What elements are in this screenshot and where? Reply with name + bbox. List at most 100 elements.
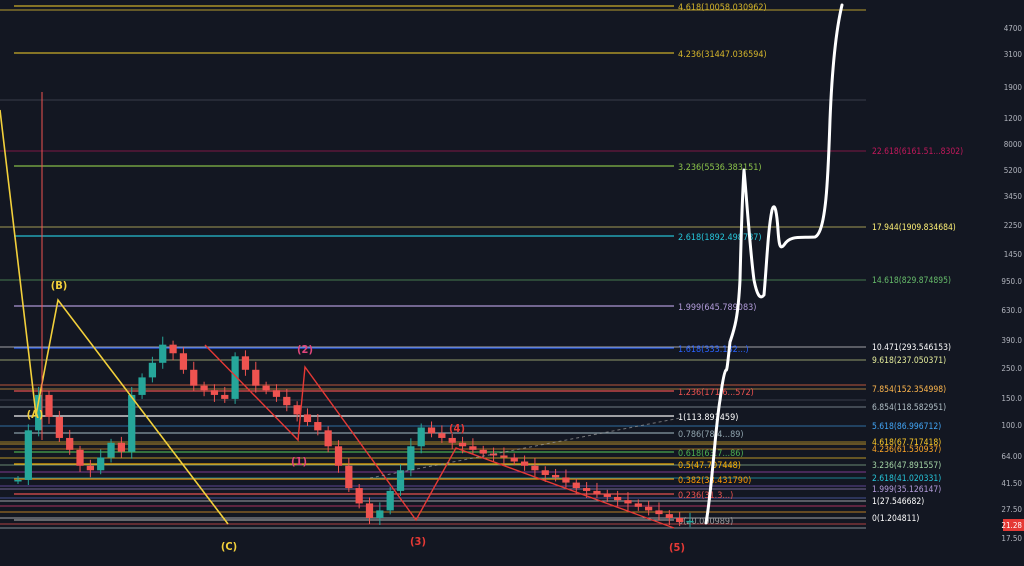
candle-body: [345, 465, 353, 489]
candle-body: [582, 488, 591, 491]
fib-label: 0.786(78.4...89): [678, 430, 744, 440]
candle-body: [531, 465, 539, 471]
candle-body: [593, 490, 601, 494]
candle-body: [24, 430, 32, 480]
candle-body: [365, 503, 374, 519]
fib-label: 4.618(10058.030962): [678, 3, 767, 13]
candle-body: [520, 461, 529, 466]
candle-body: [14, 479, 22, 482]
candle-body: [179, 353, 188, 370]
candle-body: [676, 518, 684, 523]
fib-label: 1(113.891459): [678, 413, 738, 423]
extension-label: 17.944(1909.834684): [872, 223, 956, 233]
candle-body: [645, 506, 653, 511]
candle-body: [562, 477, 570, 483]
candle-body: [603, 493, 611, 497]
candle-body: [355, 488, 363, 504]
price-tick-label: 150.0: [1001, 394, 1022, 403]
candle-body: [241, 356, 250, 370]
price-tick-label: 3450: [1004, 192, 1023, 201]
candle-body: [376, 510, 384, 519]
candle-body: [45, 394, 53, 417]
extension-label: 4.236(61.530937): [872, 445, 941, 455]
chart-background: [0, 0, 1024, 566]
price-tick-label: 1900: [1004, 83, 1023, 92]
candle-body: [221, 394, 229, 399]
candle-body: [572, 482, 580, 489]
wave-label: (2): [297, 343, 313, 356]
candle-body: [655, 510, 663, 515]
extension-label: 0(1.204811): [872, 514, 919, 524]
candle-body: [55, 416, 63, 438]
chart: 4.618(10058.030962) 4.236(31447.036594) 3.…: [0, 0, 1024, 566]
price-tick-label: 950.0: [1001, 277, 1022, 286]
fib-label: 0.236(31.3...): [678, 491, 733, 501]
candle-body: [66, 437, 74, 450]
candle-body: [686, 520, 694, 523]
candle-body: [396, 470, 405, 491]
candle-body: [210, 390, 219, 395]
candle-body: [665, 514, 673, 519]
candle-body: [624, 500, 632, 504]
candle-body: [76, 449, 84, 466]
price-tick-label: 2250: [1004, 221, 1023, 230]
candle-body: [469, 446, 477, 450]
candle-body: [97, 457, 105, 471]
fib-label: 1.999(645.789083): [678, 303, 756, 313]
price-tick-label: 17.50: [1001, 534, 1022, 543]
candle-body: [252, 369, 260, 386]
candle-body: [479, 449, 487, 454]
candle-body: [458, 442, 467, 447]
wave-label: (4): [449, 422, 465, 435]
fib-label: 1.236(171.6...572): [678, 388, 754, 398]
fib-label: 1.618(333.182...): [678, 345, 749, 355]
fib-label: 3.236(5536.383151): [678, 163, 762, 173]
extension-label: 14.618(829.874895): [872, 276, 951, 286]
wave-label: (1): [291, 455, 307, 468]
extension-label: 2.618(41.020331): [872, 474, 941, 484]
candle-body: [448, 437, 456, 443]
candle-body: [614, 496, 622, 501]
candle-body: [334, 446, 343, 466]
candle-body: [417, 427, 425, 447]
wave-label: (C): [221, 540, 237, 553]
price-axis[interactable]: 4700 3100 1900 1200 8000 5200 3450 2250 1450 950.…: [995, 0, 1024, 566]
price-tick-label: 1450: [1004, 250, 1023, 259]
candle-body: [283, 396, 291, 406]
price-tick-label: 250.0: [1001, 364, 1022, 373]
price-tick-label: 64.00: [1001, 452, 1022, 461]
price-tick-label: 27.50: [1001, 505, 1022, 514]
fib-label: 0.5(47.707448): [678, 461, 741, 471]
price-tick-label: 8000: [1004, 140, 1023, 149]
candle-body: [634, 503, 642, 507]
price-tick-label: 100.0: [1001, 421, 1022, 430]
extension-label: 6.854(118.582951): [872, 403, 946, 413]
candle-body: [117, 442, 126, 452]
fib-label: 4.236(31447.036594): [678, 50, 767, 60]
fib-label: 0.618(63.7...86): [678, 449, 744, 459]
price-tick-label: 41.50: [1001, 479, 1022, 488]
candle-body: [510, 457, 518, 462]
extension-label: 22.618(6161.51...8302): [872, 147, 963, 157]
candle-body: [262, 385, 270, 391]
candle-body: [159, 344, 167, 363]
candle-body: [541, 470, 549, 475]
extension-label: 5.618(86.996712): [872, 422, 941, 432]
candle-body: [314, 422, 322, 431]
candle-body: [324, 430, 332, 447]
candle-body: [303, 414, 312, 423]
candle-body: [148, 362, 157, 378]
wave-label: (B): [51, 279, 68, 292]
extension-label: 3.236(47.891557): [872, 461, 941, 471]
extension-label: 10.471(293.546153): [872, 343, 951, 353]
extension-label: 1.999(35.126147): [872, 485, 941, 495]
price-tick-label: 630.0: [1001, 306, 1022, 315]
candle-body: [407, 446, 415, 471]
candle-body: [272, 390, 281, 397]
price-tick-label: 1200: [1004, 114, 1023, 123]
candle-body: [107, 442, 115, 458]
candle-body: [200, 385, 208, 391]
candle-body: [551, 474, 560, 478]
candle-body: [438, 433, 446, 438]
price-tick-label: 390.0: [1001, 336, 1022, 345]
